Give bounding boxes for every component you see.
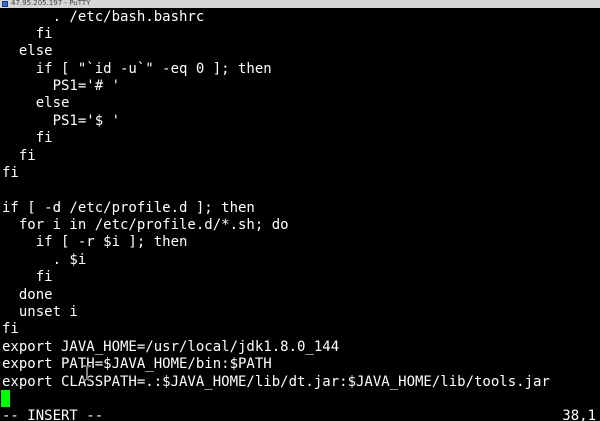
- editor-line: fi: [2, 269, 53, 285]
- editor-line: fi: [2, 321, 19, 337]
- cursor-position-indicator: 38,1: [562, 408, 596, 421]
- editor-line: done: [2, 287, 53, 303]
- editor-line: if [ -d /etc/profile.d ]; then: [2, 200, 255, 216]
- editor-line: PS1='$ ': [2, 113, 121, 129]
- editor-line: . /etc/bash.bashrc: [2, 9, 205, 25]
- editor-line: export JAVA_HOME=/usr/local/jdk1.8.0_144: [2, 339, 340, 355]
- editor-line: for i in /etc/profile.d/*.sh; do: [2, 217, 289, 233]
- putty-app-icon[interactable]: [2, 1, 8, 7]
- editor-line: unset i: [2, 304, 78, 320]
- editor-line: fi: [2, 148, 36, 164]
- editor-line: if [ -r $i ]; then: [2, 234, 188, 250]
- mouse-ibeam-cursor-icon: [83, 365, 91, 381]
- editor-line: fi: [2, 165, 19, 181]
- editor-line: . $i: [2, 252, 87, 268]
- text-cursor: [1, 390, 10, 407]
- editor-line: else: [2, 95, 70, 111]
- editor-line: fi: [2, 26, 53, 42]
- vim-mode-indicator: -- INSERT --: [2, 408, 104, 421]
- editor-line: else: [2, 43, 53, 59]
- editor-line: fi: [2, 130, 53, 146]
- terminal-screen[interactable]: . /etc/bash.bashrc fi else if [ "`id -u`…: [0, 8, 600, 421]
- window-title: 47.95.205.197 - PuTTY: [11, 0, 91, 7]
- editor-line: PS1='# ': [2, 78, 121, 94]
- editor-line: export PATH=$JAVA_HOME/bin:$PATH: [2, 356, 272, 372]
- editor-line: if [ "`id -u`" -eq 0 ]; then: [2, 61, 272, 77]
